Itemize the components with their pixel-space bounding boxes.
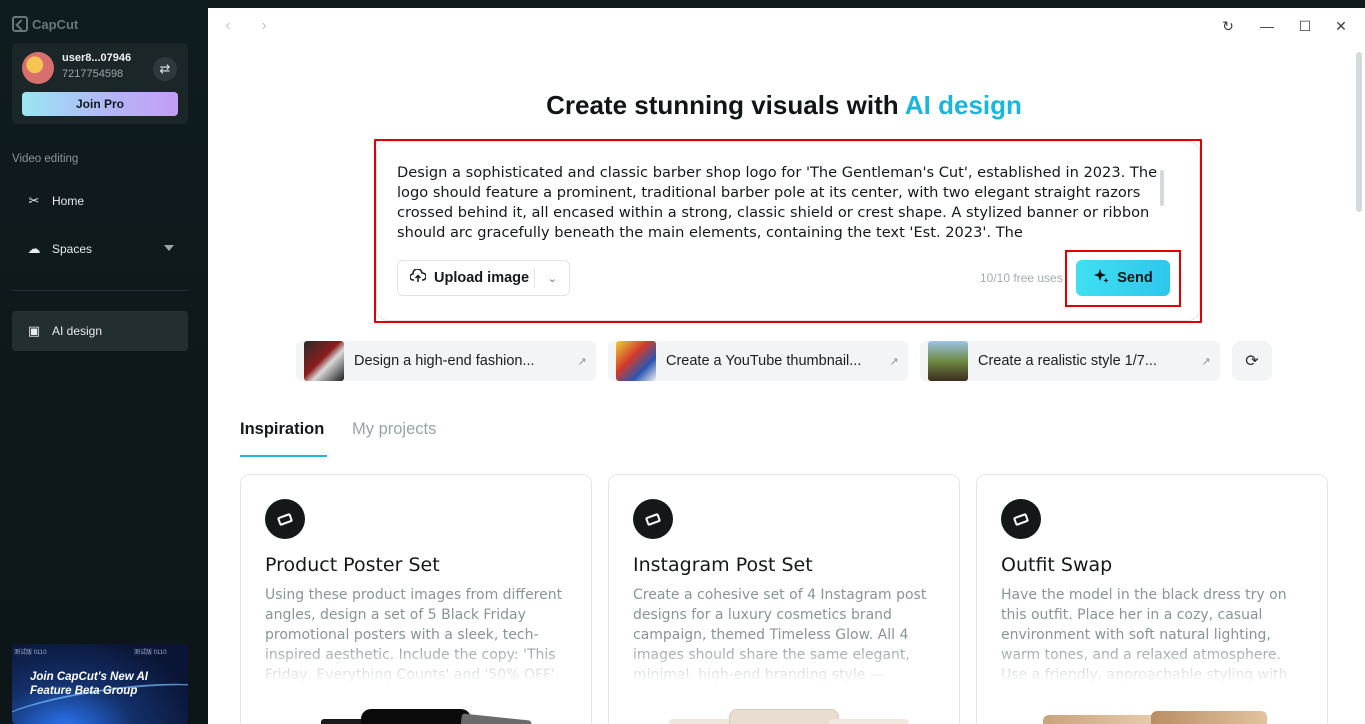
capcut-logo: CapCut [12,16,78,32]
suggestion-chip[interactable]: Create a realistic style 1/7... ↗ [920,341,1220,381]
page-scrollbar[interactable] [1356,52,1362,212]
beta-group-banner[interactable]: 测试版 0110 测试版 0110 Join CapCut's New AI F… [12,644,188,724]
upload-image-main[interactable]: Upload image [398,261,534,295]
divider [12,290,188,291]
close-icon[interactable]: ✕ [1331,16,1351,36]
refresh-suggestions-button[interactable]: ⟳ [1232,341,1272,381]
card-title: Product Poster Set [265,554,440,576]
cloud-icon: ☁ [27,241,41,256]
arrow-up-right-icon: ↗ [1201,355,1211,368]
back-icon[interactable]: ‹ [218,16,238,36]
eraser-icon [1001,499,1041,539]
sidebar-item-home[interactable]: ✂ Home [12,181,188,221]
card-title: Outfit Swap [1001,554,1113,576]
suggestion-thumbnail [928,341,968,381]
user-id: 7217754598 [62,68,124,80]
avatar[interactable] [22,52,54,84]
sidebar: CapCut user8...07946 7217754598 ⇄ Join P… [0,0,208,724]
prompt-scrollbar[interactable] [1160,170,1164,206]
promo-tag: 测试版 0110 [134,650,167,656]
suggestion-thumbnail [304,341,344,381]
arrow-up-right-icon: ↗ [889,355,899,368]
send-highlight [1065,250,1181,307]
sidebar-item-label: AI design [52,324,103,338]
sidebar-item-label: Home [52,194,85,208]
tab-inspiration[interactable]: Inspiration [240,420,324,439]
tab-my-projects[interactable]: My projects [352,420,436,439]
card-description: Have the model in the black dress try on… [1001,585,1301,683]
suggestion-label: Create a YouTube thumbnail... [666,353,862,369]
tab-underline [240,455,327,457]
username: user8...07946 [62,52,132,64]
upload-image-label: Upload image [434,270,530,286]
user-card: user8...07946 7217754598 ⇄ Join Pro [12,43,188,124]
card-preview-image [281,703,561,724]
chevron-down-icon[interactable] [164,245,174,251]
card-title: Instagram Post Set [633,554,813,576]
brand-name: CapCut [32,16,79,32]
sidebar-item-ai-design[interactable]: ▣ AI design [12,311,188,351]
eraser-icon [633,499,673,539]
suggestion-label: Design a high-end fashion... [354,353,535,369]
suggestion-label: Create a realistic style 1/7... [978,353,1157,369]
sidebar-item-spaces[interactable]: ☁ Spaces [12,229,188,269]
sidebar-item-label: Spaces [52,242,93,256]
switch-account-button[interactable]: ⇄ [153,57,177,81]
section-label: Video editing [12,153,79,165]
suggestion-chip[interactable]: Design a high-end fashion... ↗ [296,341,596,381]
refresh-icon: ⟳ [1245,353,1259,370]
maximize-icon[interactable]: ☐ [1295,16,1315,36]
scissors-icon: ✂ [28,193,40,208]
suggestion-thumbnail [616,341,656,381]
card-preview-image [1017,703,1297,724]
prompt-input[interactable]: Design a sophisticated and classic barbe… [397,163,1167,247]
capcut-logo-icon [12,16,28,32]
inspiration-card[interactable]: Instagram Post Set Create a cohesive set… [608,474,960,724]
inspiration-card[interactable]: Outfit Swap Have the model in the black … [976,474,1328,724]
swap-icon: ⇄ [159,61,171,76]
headline-prefix: Create stunning visuals with [546,90,905,120]
ai-image-icon: ▣ [27,323,41,338]
promo-text: Join CapCut's New AI Feature Beta Group [30,671,148,697]
inspiration-card[interactable]: Product Poster Set Using these product i… [240,474,592,724]
arrow-up-right-icon: ↗ [577,355,587,368]
eraser-icon [265,499,305,539]
reload-icon[interactable]: ↻ [1218,16,1238,36]
page-title: Create stunning visuals with AI design [208,90,1360,121]
minimize-icon[interactable]: — [1257,16,1277,36]
chevron-down-icon[interactable]: ⌄ [535,272,569,285]
free-uses-counter: 10/10 free uses [980,271,1063,285]
forward-icon[interactable]: › [254,16,274,36]
titlebar: ‹ › ↻ — ☐ ✕ [208,8,1365,44]
card-description: Using these product images from differen… [265,585,565,683]
promo-tag: 测试版 0110 [14,650,47,656]
upload-image-button[interactable]: Upload image ⌄ [397,260,570,296]
cloud-upload-icon [409,268,427,287]
headline-accent: AI design [904,90,1022,120]
join-pro-button[interactable]: Join Pro [22,92,178,116]
card-preview-image [649,703,929,724]
suggestion-chip[interactable]: Create a YouTube thumbnail... ↗ [608,341,908,381]
card-description: Create a cohesive set of 4 Instagram pos… [633,585,933,683]
main-window: ‹ › ↻ — ☐ ✕ Create stunning visuals with… [208,8,1365,724]
